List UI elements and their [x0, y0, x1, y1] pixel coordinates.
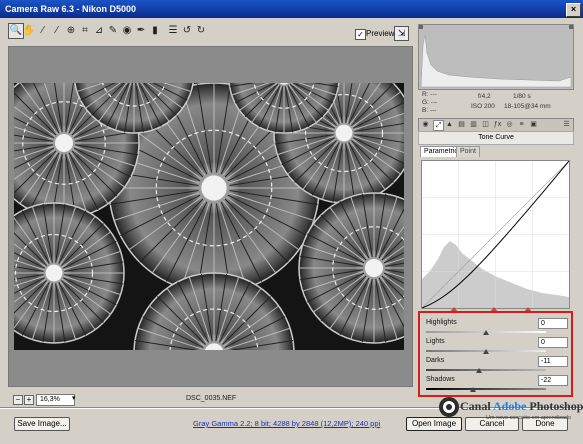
- hand-icon[interactable]: ✋: [22, 24, 36, 38]
- panel-tabs: ◉ ⤢ ▲ ▤ ▥ ◫ ƒx ◎ ≡ ▣ ☰: [418, 118, 574, 132]
- zoom-level-select[interactable]: 16,3%: [36, 394, 75, 406]
- spot-removal-icon[interactable]: ✎: [106, 24, 120, 38]
- hsl-panel-icon[interactable]: ▤: [457, 120, 466, 129]
- panel-title: Tone Curve: [418, 131, 574, 145]
- brand-tagline: Um novo conceito em aprendizado: [486, 415, 571, 421]
- slider-value-field[interactable]: 0: [538, 337, 568, 348]
- brand-photoshop: Photoshop: [526, 399, 583, 413]
- rotate-cw-icon[interactable]: ↻: [194, 24, 208, 38]
- toolbar: 🔍 ✋ ⁄ ⁄ ⊕ ⌗ ⊿ ✎ ◉ ✒ ▮ ☰ ↺ ↻: [8, 23, 410, 42]
- straighten-icon[interactable]: ⊿: [92, 24, 106, 38]
- tone-curve-graph[interactable]: [421, 160, 570, 309]
- slider-label: Darks: [426, 357, 445, 364]
- presets-panel-icon[interactable]: ≡: [517, 120, 526, 129]
- white-balance-icon[interactable]: ⁄: [36, 24, 50, 38]
- slider-thumb[interactable]: [476, 368, 483, 373]
- slider-label: Lights: [426, 338, 445, 345]
- preferences-icon[interactable]: ☰: [166, 24, 180, 38]
- zoom-out-button[interactable]: −: [13, 395, 23, 405]
- file-name: DSC_0035.NEF: [186, 395, 237, 402]
- tab-point[interactable]: Point: [456, 146, 480, 157]
- shutter-speed: 1/80 s: [513, 93, 531, 100]
- targeted-adjust-icon[interactable]: ⊕: [64, 24, 78, 38]
- close-icon[interactable]: ×: [566, 3, 581, 17]
- red-eye-icon[interactable]: ◉: [120, 24, 134, 38]
- tone-curve-panel-icon[interactable]: ⤢: [433, 120, 444, 131]
- iso: ISO 200: [471, 103, 495, 110]
- color-sampler-icon[interactable]: ⁄: [50, 24, 64, 38]
- rotate-ccw-icon[interactable]: ↺: [180, 24, 194, 38]
- fullscreen-icon[interactable]: ⇲: [394, 26, 409, 41]
- parametric-sliders: Highlights 0 Lights 0 Darks -11 Shadows -22: [418, 311, 573, 397]
- histogram: [418, 24, 574, 90]
- slider-label: Highlights: [426, 319, 457, 326]
- zoom-in-button[interactable]: +: [24, 395, 34, 405]
- brand-adobe: Adobe: [493, 399, 527, 413]
- readout-b: B: ---: [422, 107, 437, 114]
- lens: 18-105@34 mm: [504, 103, 551, 110]
- lens-corrections-panel-icon[interactable]: ◫: [481, 120, 490, 129]
- lanterns-photo: [14, 83, 404, 350]
- histogram-graph: [419, 25, 573, 88]
- graduated-filter-icon[interactable]: ▮: [148, 24, 162, 38]
- camera-calibration-panel-icon[interactable]: ◎: [505, 120, 514, 129]
- watermark-logo: Canal Adobe Photoshop Um novo conceito e…: [436, 391, 583, 433]
- camera-info: R: --- G: --- B: --- f/4,2 1/80 s ISO 20…: [418, 89, 572, 115]
- slider-thumb[interactable]: [483, 330, 489, 335]
- basic-panel-icon[interactable]: ◉: [421, 120, 430, 129]
- panel-menu-icon[interactable]: ☰: [562, 120, 571, 129]
- slider-value-field[interactable]: -22: [538, 375, 568, 386]
- aperture: f/4,2: [478, 93, 491, 100]
- preview-label: Preview: [366, 29, 395, 38]
- readout-r: R: ---: [422, 91, 437, 98]
- snapshots-panel-icon[interactable]: ▣: [529, 120, 538, 129]
- crop-icon[interactable]: ⌗: [78, 24, 92, 38]
- photo-preview: [14, 83, 404, 350]
- chevron-down-icon[interactable]: ▾: [72, 394, 76, 402]
- detail-panel-icon[interactable]: ▲: [445, 120, 454, 129]
- effects-panel-icon[interactable]: ƒx: [493, 120, 502, 129]
- curve-plot: [421, 160, 570, 309]
- preview-checkbox[interactable]: ✓: [355, 29, 366, 40]
- slider-track[interactable]: [426, 369, 546, 371]
- slider-value-field[interactable]: 0: [538, 318, 568, 329]
- slider-thumb[interactable]: [483, 349, 489, 354]
- readout-g: G: ---: [422, 99, 438, 106]
- brand-canal: Canal: [460, 399, 494, 413]
- workflow-options-link[interactable]: Gray Gamma 2.2; 8 bit; 4288 by 2848 (12,…: [193, 419, 380, 428]
- slider-label: Shadows: [426, 376, 455, 383]
- slider-track[interactable]: [426, 388, 546, 390]
- adjustment-brush-icon[interactable]: ✒: [134, 24, 148, 38]
- tone-curve-tabs: Parametric Point: [418, 146, 572, 158]
- slider-value-field[interactable]: -11: [538, 356, 568, 367]
- split-toning-panel-icon[interactable]: ▥: [469, 120, 478, 129]
- window-title: Camera Raw 6.3 - Nikon D5000: [5, 4, 137, 14]
- title-bar: Camera Raw 6.3 - Nikon D5000 ×: [0, 0, 583, 18]
- save-image-button[interactable]: Save Image...: [14, 417, 70, 431]
